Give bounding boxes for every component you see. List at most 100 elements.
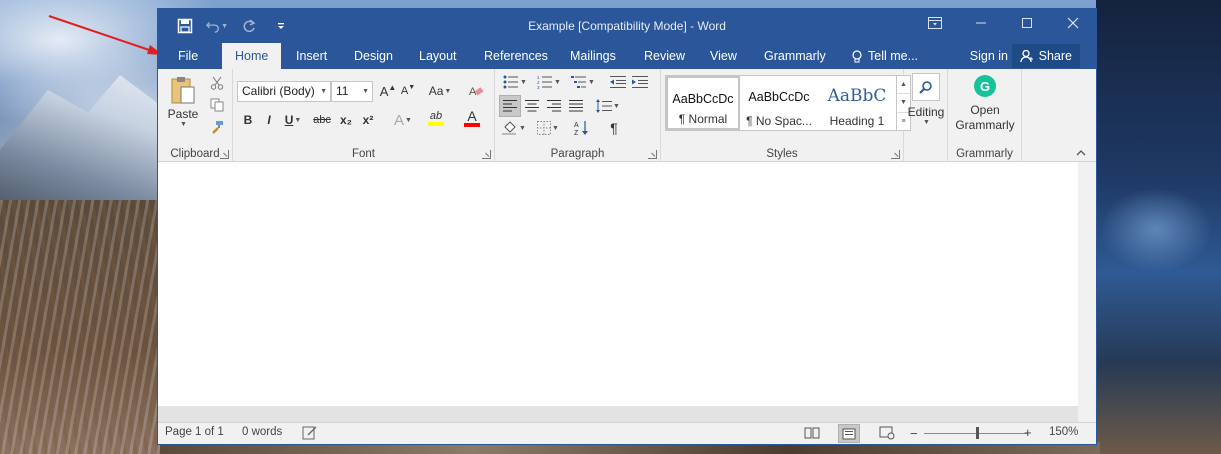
maximize-icon[interactable] xyxy=(1004,9,1050,37)
tab-grammarly[interactable]: Grammarly xyxy=(758,43,832,69)
subscript-button[interactable]: x₂ xyxy=(335,109,357,131)
document-page[interactable] xyxy=(158,162,1078,406)
paste-button[interactable]: Paste ▼ xyxy=(166,75,200,129)
page-count[interactable]: Page 1 of 1 xyxy=(165,426,224,438)
numbering-icon[interactable]: 1 2 3 ▼ xyxy=(533,71,565,93)
proofing-icon[interactable] xyxy=(302,426,318,443)
style-heading-1[interactable]: AaBbC Heading 1 xyxy=(818,76,896,130)
person-icon xyxy=(1019,49,1033,63)
clear-formatting-icon[interactable]: A xyxy=(465,80,487,102)
zoom-in-icon[interactable]: + xyxy=(1024,425,1032,440)
sign-in-link[interactable]: Sign in xyxy=(970,43,1008,69)
shrink-font-icon[interactable]: A ▼ xyxy=(397,80,419,102)
editing-button[interactable]: Editing ▼ xyxy=(907,73,945,135)
lightbulb-icon xyxy=(852,49,862,62)
open-grammarly-line2: Grammarly xyxy=(955,118,1015,132)
font-launcher-icon[interactable] xyxy=(482,150,491,159)
align-center-icon[interactable] xyxy=(521,95,543,117)
font-group-label: Font xyxy=(351,148,375,160)
ribbon-home: Paste ▼ Clipboard Calibri (Body)▼ 11▼ xyxy=(158,69,1096,162)
font-name-select[interactable]: Calibri (Body) ▼ xyxy=(237,81,331,102)
share-button[interactable]: Share xyxy=(1011,44,1080,68)
increase-indent-icon[interactable] xyxy=(629,71,651,93)
desktop-forest xyxy=(0,200,160,454)
align-left-icon[interactable] xyxy=(499,95,521,117)
tell-me-box[interactable]: Tell me... xyxy=(846,43,924,69)
zoom-out-icon[interactable]: − xyxy=(910,426,918,441)
font-color-label: A xyxy=(467,108,477,124)
tab-home[interactable]: Home xyxy=(222,43,282,69)
window-controls xyxy=(912,9,1096,37)
red-arrow-annotation xyxy=(48,15,163,55)
tab-file[interactable]: File xyxy=(172,43,204,69)
style-no-spacing-sample: AaBbCcDc xyxy=(748,90,810,104)
highlight-button[interactable]: ab xyxy=(421,107,451,129)
font-name-value: Calibri (Body) xyxy=(242,84,315,98)
line-spacing-icon[interactable]: ▼ xyxy=(593,95,623,117)
font-size-select[interactable]: 11 ▼ xyxy=(331,81,373,102)
group-grammarly: G Open Grammarly Grammarly xyxy=(948,69,1022,162)
change-case-label: Aa xyxy=(428,84,444,98)
shading-icon[interactable]: ▼ xyxy=(499,117,529,139)
editing-label: Editing xyxy=(907,105,945,119)
tab-design[interactable]: Design xyxy=(348,43,399,69)
styles-gallery: AaBbCcDc ¶ Normal AaBbCcDc ¶ No Spac... … xyxy=(665,75,897,131)
clipboard-launcher-icon[interactable] xyxy=(220,150,229,159)
tab-references[interactable]: References xyxy=(478,43,554,69)
font-color-button[interactable]: A xyxy=(457,107,487,129)
style-no-spacing[interactable]: AaBbCcDc ¶ No Spac... xyxy=(742,76,816,130)
change-case-button[interactable]: Aa ▼ xyxy=(425,80,455,102)
open-grammarly-button[interactable]: G Open Grammarly xyxy=(952,75,1018,133)
show-formatting-marks-icon[interactable]: ¶ xyxy=(603,117,625,139)
find-icon xyxy=(912,73,940,101)
superscript-button[interactable]: x² xyxy=(357,109,379,131)
underline-button[interactable]: U ▼ xyxy=(280,109,306,131)
desktop-sky xyxy=(1096,0,1221,454)
document-area xyxy=(158,162,1096,424)
font-color-bar xyxy=(464,123,480,127)
multilevel-list-icon[interactable]: ▼ xyxy=(567,71,599,93)
paragraph-group-label: Paragraph xyxy=(550,148,605,160)
vertical-scrollbar[interactable] xyxy=(1078,162,1096,424)
italic-button[interactable]: I xyxy=(258,109,280,131)
sort-icon[interactable]: AZ xyxy=(571,117,593,139)
strikethrough-button[interactable]: abc xyxy=(310,109,334,131)
collapse-ribbon-icon[interactable] xyxy=(1076,148,1086,159)
text-effects-button[interactable]: A ▼ xyxy=(389,109,417,131)
group-styles: AaBbCcDc ¶ Normal AaBbCcDc ¶ No Spac... … xyxy=(661,69,911,162)
ribbon-display-options-icon[interactable] xyxy=(912,9,958,37)
grow-font-icon[interactable]: A ▲ xyxy=(377,80,399,102)
tab-mailings[interactable]: Mailings xyxy=(564,43,622,69)
minimize-icon[interactable] xyxy=(958,9,1004,37)
read-mode-icon[interactable] xyxy=(804,426,820,443)
tab-insert[interactable]: Insert xyxy=(290,43,333,69)
grammarly-group-label: Grammarly xyxy=(956,148,1013,160)
zoom-level[interactable]: 150% xyxy=(1049,426,1078,438)
svg-text:Z: Z xyxy=(574,130,579,136)
open-grammarly-line1: Open xyxy=(970,103,1000,117)
justify-icon[interactable] xyxy=(565,95,587,117)
bold-button[interactable]: B xyxy=(237,109,259,131)
print-layout-icon[interactable] xyxy=(838,424,860,443)
tab-review[interactable]: Review xyxy=(638,43,691,69)
paragraph-launcher-icon[interactable] xyxy=(648,150,657,159)
cut-icon[interactable] xyxy=(206,72,228,94)
tab-layout[interactable]: Layout xyxy=(413,43,463,69)
styles-group-label: Styles xyxy=(766,148,798,160)
borders-icon[interactable]: ▼ xyxy=(533,117,563,139)
tab-view[interactable]: View xyxy=(704,43,743,69)
align-right-icon[interactable] xyxy=(543,95,565,117)
text-effects-label: A xyxy=(394,111,405,129)
bullets-icon[interactable]: ▼ xyxy=(499,71,531,93)
zoom-slider-thumb[interactable] xyxy=(976,427,979,439)
style-normal[interactable]: AaBbCcDc ¶ Normal xyxy=(666,76,740,130)
word-count[interactable]: 0 words xyxy=(242,426,282,438)
close-icon[interactable] xyxy=(1050,9,1096,37)
copy-icon[interactable] xyxy=(206,94,228,116)
web-layout-icon[interactable] xyxy=(879,426,895,443)
styles-launcher-icon[interactable] xyxy=(891,150,900,159)
font-size-value: 11 xyxy=(336,84,349,98)
status-bar: Page 1 of 1 0 words − + 150% xyxy=(158,422,1096,444)
decrease-indent-icon[interactable] xyxy=(607,71,629,93)
format-painter-icon[interactable] xyxy=(206,116,228,138)
